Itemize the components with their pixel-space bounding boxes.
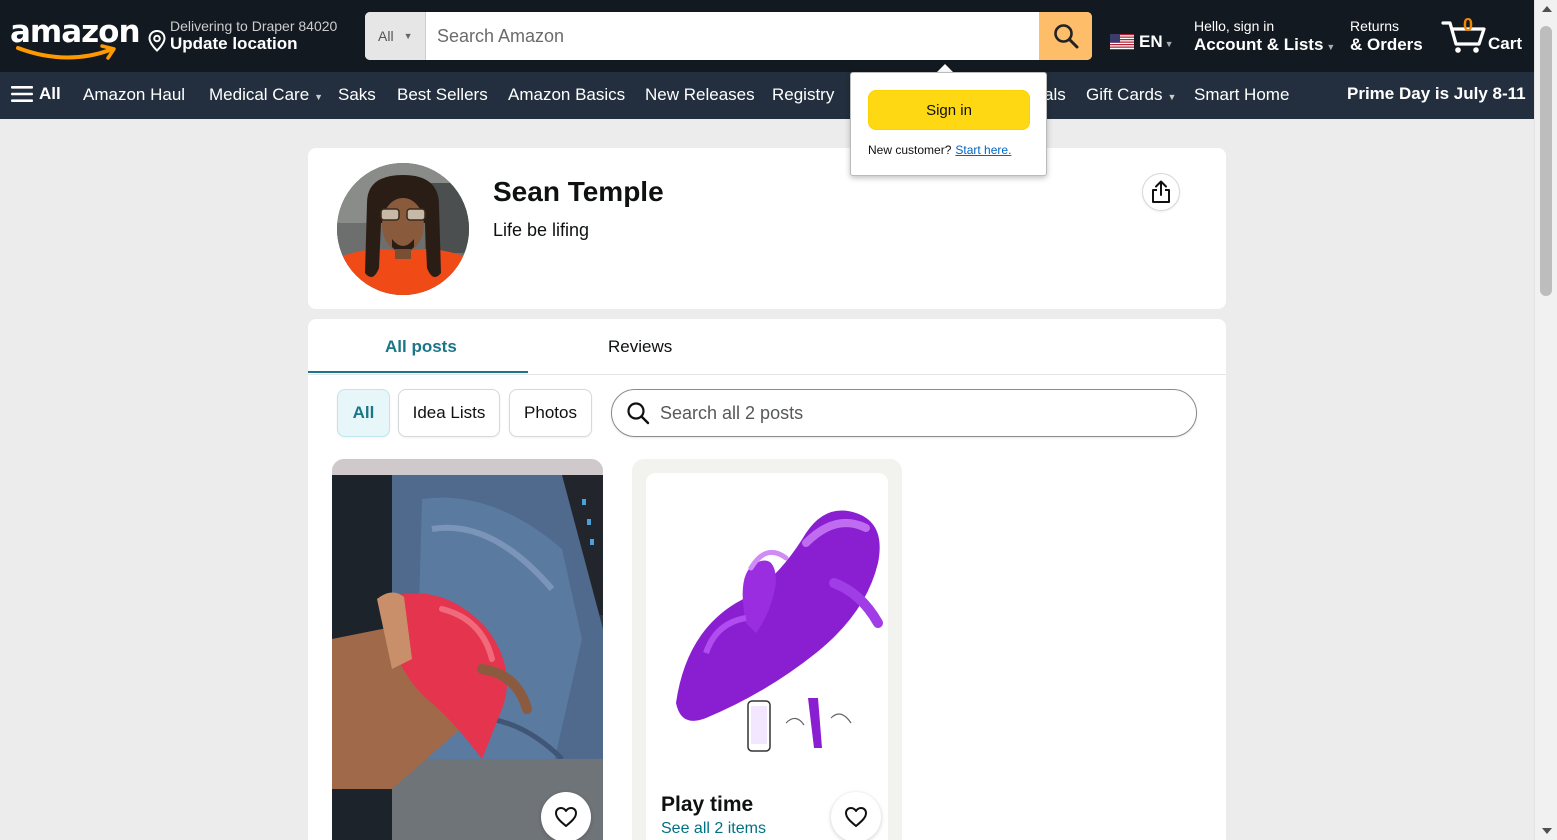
scroll-down-arrow-icon[interactable] bbox=[1542, 828, 1552, 834]
main-search: All ▼ bbox=[365, 12, 1092, 60]
nav-item-deals[interactable]: als bbox=[1044, 85, 1066, 105]
search-button[interactable] bbox=[1039, 12, 1092, 60]
returns-orders-link[interactable]: Returns & Orders bbox=[1350, 18, 1423, 55]
search-icon bbox=[627, 402, 650, 425]
account-greeting: Hello, sign in bbox=[1194, 18, 1275, 34]
active-tab-indicator bbox=[308, 371, 528, 373]
scrollbar-thumb[interactable] bbox=[1540, 26, 1552, 296]
profile-card: Sean Temple Life be lifing bbox=[308, 148, 1226, 309]
nav-item-smart-home[interactable]: Smart Home bbox=[1194, 85, 1289, 105]
logo-smile-icon bbox=[16, 44, 116, 60]
caret-down-icon: ▼ bbox=[1164, 39, 1174, 49]
avatar-photo bbox=[337, 163, 469, 295]
cart-count: 0 bbox=[1463, 15, 1474, 35]
nav-item-saks[interactable]: Saks bbox=[338, 85, 376, 105]
page-scrollbar[interactable] bbox=[1534, 0, 1557, 840]
share-button[interactable] bbox=[1142, 173, 1180, 211]
delivery-location[interactable]: Delivering to Draper 84020 Update locati… bbox=[148, 16, 353, 56]
filter-chip-idea-lists[interactable]: Idea Lists bbox=[398, 389, 500, 437]
posts-search-input[interactable] bbox=[660, 402, 1160, 424]
tab-divider bbox=[308, 374, 1226, 375]
signin-button[interactable]: Sign in bbox=[868, 90, 1030, 130]
post-card-photo[interactable] bbox=[332, 459, 603, 840]
nav-item-amazon-haul[interactable]: Amazon Haul bbox=[83, 85, 185, 105]
returns-label: Returns bbox=[1350, 18, 1400, 34]
orders-label: & Orders bbox=[1350, 35, 1423, 54]
all-menu-button[interactable]: All bbox=[11, 84, 61, 104]
product-image bbox=[646, 473, 888, 763]
cart-label: Cart bbox=[1488, 34, 1523, 53]
cart-link[interactable]: 0 Cart bbox=[1441, 14, 1527, 58]
profile-bio: Life be lifing bbox=[493, 220, 590, 240]
account-lists-label: Account & Lists ▼ bbox=[1194, 35, 1336, 54]
update-location-label: Update location bbox=[170, 34, 298, 53]
search-category-select[interactable]: All ▼ bbox=[365, 12, 426, 60]
tab-reviews[interactable]: Reviews bbox=[608, 337, 672, 357]
amazon-logo[interactable]: amazon bbox=[10, 14, 141, 62]
see-all-items-link[interactable]: See all 2 items bbox=[661, 820, 766, 838]
nav-item-best-sellers[interactable]: Best Sellers bbox=[397, 85, 488, 105]
post-photo bbox=[332, 459, 603, 840]
save-post-button[interactable] bbox=[831, 792, 881, 840]
heart-icon bbox=[555, 807, 577, 827]
heart-icon bbox=[845, 807, 867, 827]
caret-down-icon: ▼ bbox=[403, 31, 413, 41]
tab-all-posts[interactable]: All posts bbox=[385, 337, 457, 357]
language-code: EN bbox=[1139, 32, 1163, 51]
hamburger-menu-icon bbox=[11, 86, 33, 102]
new-customer-text: New customer? Start here. bbox=[868, 143, 1011, 157]
caret-down-icon: ▼ bbox=[314, 92, 324, 102]
filter-chip-all[interactable]: All bbox=[337, 389, 390, 437]
us-flag-icon bbox=[1110, 34, 1134, 50]
filter-chip-photos[interactable]: Photos bbox=[509, 389, 592, 437]
share-icon bbox=[1152, 180, 1170, 203]
scroll-up-arrow-icon[interactable] bbox=[1542, 6, 1552, 12]
signin-flyout: Sign in New customer? Start here. bbox=[850, 72, 1047, 176]
search-category-label: All bbox=[378, 28, 394, 44]
all-menu-label: All bbox=[39, 84, 61, 103]
start-here-link[interactable]: Start here. bbox=[955, 143, 1011, 157]
prime-day-promo[interactable]: Prime Day is July 8-11 bbox=[1347, 84, 1526, 104]
profile-name: Sean Temple bbox=[493, 176, 664, 207]
posts-card: All posts Reviews All Idea Lists Photos bbox=[308, 319, 1226, 840]
post-card-idea-list[interactable]: Play time See all 2 items bbox=[632, 459, 902, 840]
posts-search bbox=[611, 389, 1197, 437]
delivery-line1: Delivering to Draper 84020 bbox=[170, 18, 338, 34]
search-input[interactable] bbox=[426, 12, 1039, 60]
nav-item-medical-care[interactable]: Medical Care ▼ bbox=[209, 85, 323, 105]
nav-item-registry[interactable]: Registry bbox=[772, 85, 834, 105]
nav-item-amazon-basics[interactable]: Amazon Basics bbox=[508, 85, 625, 105]
profile-avatar bbox=[337, 163, 469, 295]
caret-down-icon: ▼ bbox=[1326, 42, 1336, 52]
top-navbar: amazon Delivering to Draper 84020 Update… bbox=[0, 0, 1534, 72]
secondary-navbar: All Amazon Haul Medical Care ▼ Saks Best … bbox=[0, 72, 1534, 119]
location-pin-icon bbox=[148, 30, 166, 52]
save-post-button[interactable] bbox=[541, 792, 591, 840]
caret-down-icon: ▼ bbox=[1167, 92, 1177, 102]
account-menu[interactable]: Hello, sign in Account & Lists ▼ bbox=[1194, 18, 1335, 55]
new-customer-label: New customer? bbox=[868, 143, 952, 157]
nav-item-gift-cards[interactable]: Gift Cards ▼ bbox=[1086, 85, 1176, 105]
idea-list-title: Play time bbox=[661, 793, 754, 816]
nav-item-new-releases[interactable]: New Releases bbox=[645, 85, 755, 105]
idea-list-inner: Play time See all 2 items bbox=[646, 473, 888, 840]
language-selector[interactable]: EN ▼ bbox=[1110, 30, 1174, 54]
search-icon bbox=[1053, 24, 1078, 49]
